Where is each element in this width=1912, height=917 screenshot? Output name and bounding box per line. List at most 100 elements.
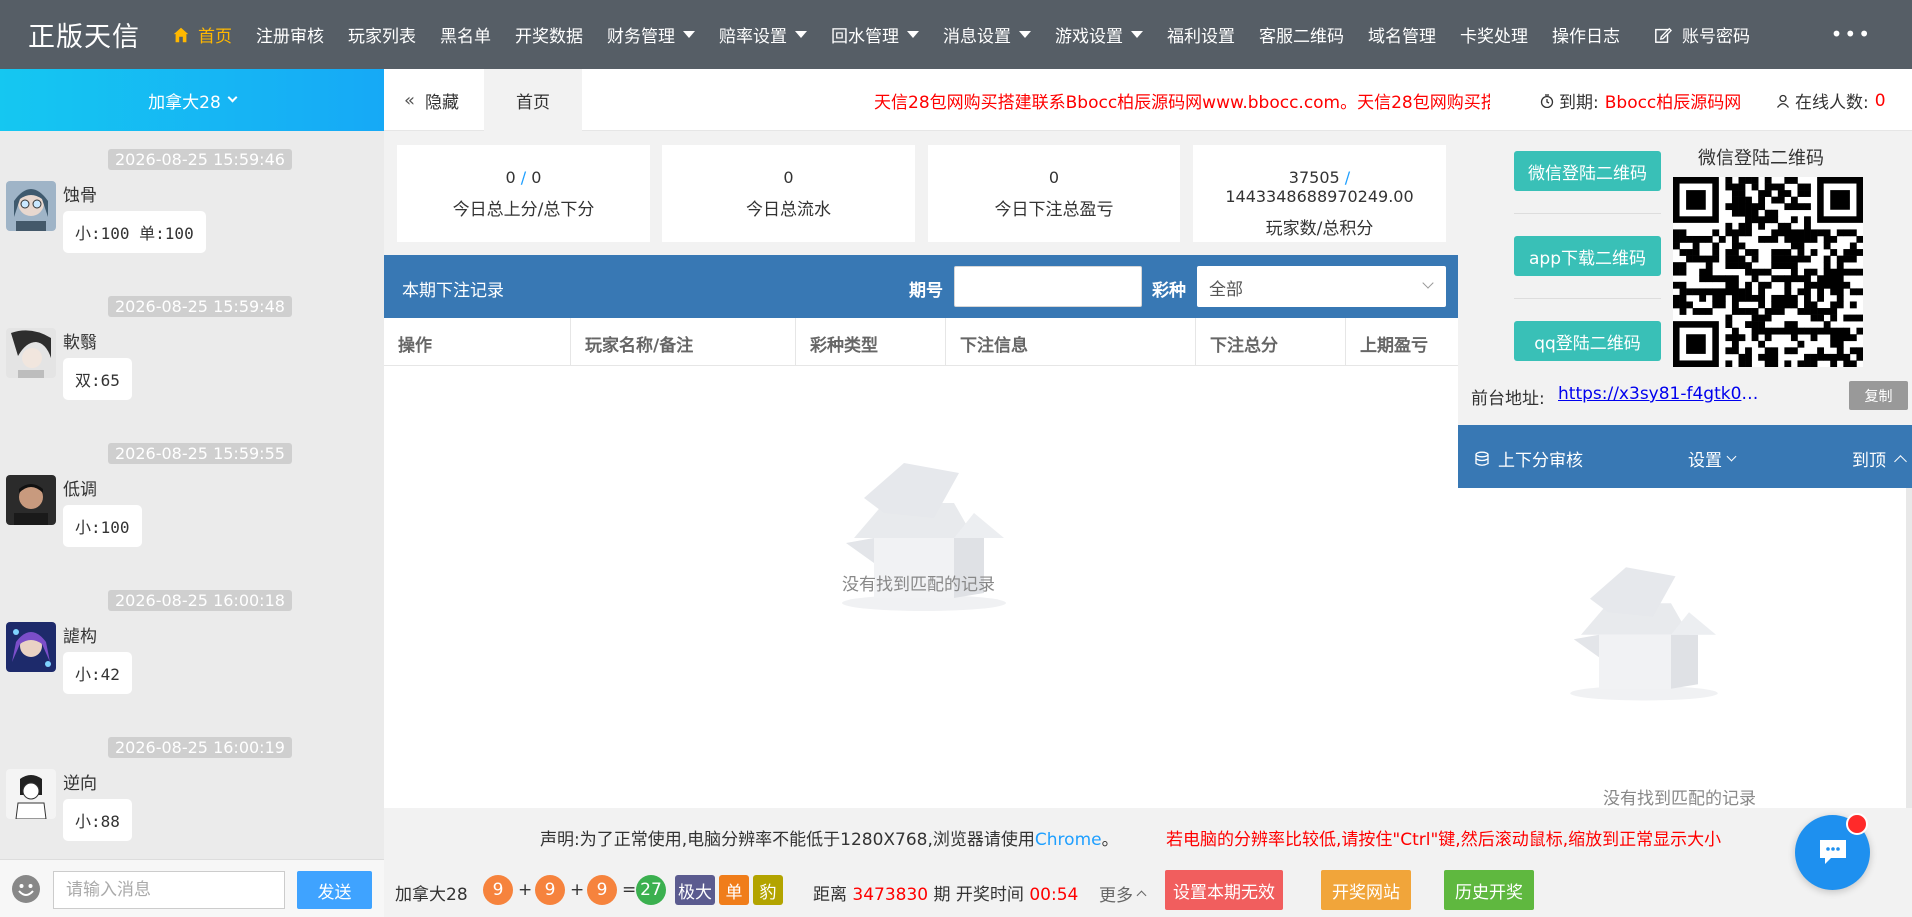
audit-list: 没有找到匹配的记录 xyxy=(1458,488,1912,809)
scrollbar[interactable] xyxy=(1906,488,1912,808)
nav-item-messages[interactable]: 消息设置 xyxy=(931,0,1043,69)
result-tag: 单 xyxy=(719,875,749,905)
nav-item-welfare[interactable]: 福利设置 xyxy=(1155,0,1247,69)
divider xyxy=(1514,298,1661,299)
chevron-down-icon xyxy=(1422,277,1434,289)
edit-icon xyxy=(1655,27,1672,43)
column-header[interactable]: 上期盈亏 xyxy=(1346,318,1458,365)
clock-icon xyxy=(1540,93,1554,108)
message-time: 2026-08-25 16:00:18 xyxy=(108,590,292,611)
wechat-qr-button[interactable]: 微信登陆二维码 xyxy=(1514,151,1661,191)
column-header[interactable]: 玩家名称/备注 xyxy=(571,318,796,365)
scroll-to-top-button[interactable]: 到顶 xyxy=(1852,446,1907,471)
chrome-link[interactable]: Chrome xyxy=(1035,830,1102,850)
chevron-down-icon xyxy=(227,92,238,103)
period-suffix: 期 开奖时间 xyxy=(933,885,1024,905)
nav-item-blacklist[interactable]: 黑名单 xyxy=(428,0,503,69)
nav-item-label: 游戏设置 xyxy=(1055,27,1123,47)
nav-item-service-qr[interactable]: 客服二维码 xyxy=(1247,0,1356,69)
notification-badge xyxy=(1846,813,1868,835)
qq-qr-button[interactable]: qq登陆二维码 xyxy=(1514,321,1661,361)
audit-settings-button[interactable]: 设置 xyxy=(1688,446,1737,471)
chevron-up-icon xyxy=(1136,890,1147,901)
chat-message: 2026-08-25 15:59:48 軟翳 双:65 xyxy=(0,296,384,436)
lottery-type-select[interactable]: 全部 xyxy=(1197,266,1446,307)
message-sender: 逆向 xyxy=(63,774,97,794)
avatar xyxy=(6,475,56,525)
stat-separator: / xyxy=(1344,168,1351,187)
tab-bar: « 隐藏 首页 天信28包网购买搭建联系Bbocc柏辰源码网www.bbocc.… xyxy=(384,69,1912,131)
message-sender: 蚀骨 xyxy=(63,186,97,206)
nav-item-log[interactable]: 操作日志 xyxy=(1540,0,1632,69)
stat-card-players: 37505 / 1443348688970249.00 玩家数/总积分 xyxy=(1193,145,1446,242)
expire-label: 到期: xyxy=(1559,93,1599,113)
audit-title-text: 上下分审核 xyxy=(1498,451,1583,471)
period-input[interactable] xyxy=(954,266,1142,307)
column-header[interactable]: 下注信息 xyxy=(946,318,1196,365)
send-button[interactable]: 发送 xyxy=(297,871,372,909)
stat-value: 37505 xyxy=(1288,168,1340,187)
scroll-to-top-label: 到顶 xyxy=(1852,451,1886,471)
more-button[interactable]: 更多 xyxy=(1099,881,1147,906)
draw-website-button[interactable]: 开奖网站 xyxy=(1321,870,1411,910)
tab-home[interactable]: 首页 xyxy=(484,69,582,131)
chevron-down-icon xyxy=(1726,451,1737,462)
double-chevron-left-icon: « xyxy=(404,90,416,111)
nav-item-label: 财务管理 xyxy=(607,27,675,47)
app-qr-button[interactable]: app下载二维码 xyxy=(1514,236,1661,276)
nav-item-player-list[interactable]: 玩家列表 xyxy=(336,0,428,69)
nav-item-game-settings[interactable]: 游戏设置 xyxy=(1043,0,1155,69)
nav-item-label: 回水管理 xyxy=(831,27,899,47)
empty-message: 没有找到匹配的记录 xyxy=(842,575,995,595)
emoji-icon[interactable] xyxy=(11,874,41,904)
period-label: 期号 xyxy=(909,281,943,301)
chat-message: 2026-08-25 15:59:55 低调 小:100 xyxy=(0,443,384,583)
notice-bar: 声明:为了正常使用,电脑分辨率不能低于1280X768,浏览器请使用Chrome… xyxy=(384,808,1912,858)
result-tag: 豹 xyxy=(753,875,783,905)
home-icon xyxy=(173,27,189,42)
nav-item-odds[interactable]: 赔率设置 xyxy=(707,0,819,69)
stat-value: 0 xyxy=(505,168,516,187)
caret-down-icon xyxy=(795,31,807,38)
qr-panel: 微信登陆二维码 app下载二维码 qq登陆二维码 微信登陆二维码 前台地址: h… xyxy=(1458,131,1912,425)
nav-item-register-review[interactable]: 注册审核 xyxy=(244,0,336,69)
nav-item-account[interactable]: 账号密码 xyxy=(1642,0,1762,69)
message-sender: 低调 xyxy=(63,480,97,500)
stat-value: 0 xyxy=(783,168,794,187)
copy-button[interactable]: 复制 xyxy=(1849,381,1908,410)
column-header[interactable]: 下注总分 xyxy=(1196,318,1346,365)
nav-item-home[interactable]: 首页 xyxy=(160,0,244,69)
nav-item-stuck-draw[interactable]: 卡奖处理 xyxy=(1448,0,1540,69)
online-count: 在线人数: 0 xyxy=(1776,88,1886,113)
customer-chat-button[interactable] xyxy=(1795,813,1870,890)
result-sum: 27 xyxy=(636,875,666,905)
notice-text-part: 。 xyxy=(1101,830,1119,850)
chat-message-input[interactable] xyxy=(53,871,285,909)
avatar xyxy=(6,769,56,819)
draw-history-button[interactable]: 历史开奖 xyxy=(1444,870,1534,910)
message-time: 2026-08-25 15:59:55 xyxy=(108,443,292,464)
more-menu-icon[interactable]: ••• xyxy=(1831,22,1872,46)
chat-room-selector[interactable]: 加拿大28 xyxy=(0,69,384,131)
empty-box-icon xyxy=(1570,567,1718,701)
bet-record-header: 本期下注记录 期号 彩种 全部 xyxy=(384,255,1458,318)
lottery-type-label: 彩种 xyxy=(1152,281,1186,301)
column-header[interactable]: 彩种类型 xyxy=(796,318,946,365)
nav-item-finance[interactable]: 财务管理 xyxy=(595,0,707,69)
audit-title: 上下分审核 xyxy=(1474,446,1583,471)
void-period-button[interactable]: 设置本期无效 xyxy=(1165,870,1283,910)
countdown: 00:54 xyxy=(1029,885,1079,905)
stat-label: 今日总上分/总下分 xyxy=(452,200,595,220)
front-address-link[interactable]: https://x3sy81-f4gtk033-u98vv-q6... xyxy=(1558,384,1763,404)
nav-item-label: 赔率设置 xyxy=(719,27,787,47)
message-time: 2026-08-25 15:59:48 xyxy=(108,296,292,317)
divider xyxy=(1514,213,1661,214)
nav-item-draw-data[interactable]: 开奖数据 xyxy=(503,0,595,69)
nav-item-label: 账号密码 xyxy=(1682,27,1750,47)
plus-sign: + xyxy=(518,880,533,900)
nav-item-rebate[interactable]: 回水管理 xyxy=(819,0,931,69)
nav-item-domain[interactable]: 域名管理 xyxy=(1356,0,1448,69)
hide-sidebar-button[interactable]: « 隐藏 xyxy=(404,88,459,113)
column-header[interactable]: 操作 xyxy=(384,318,571,365)
nav-item-label: 消息设置 xyxy=(943,27,1011,47)
